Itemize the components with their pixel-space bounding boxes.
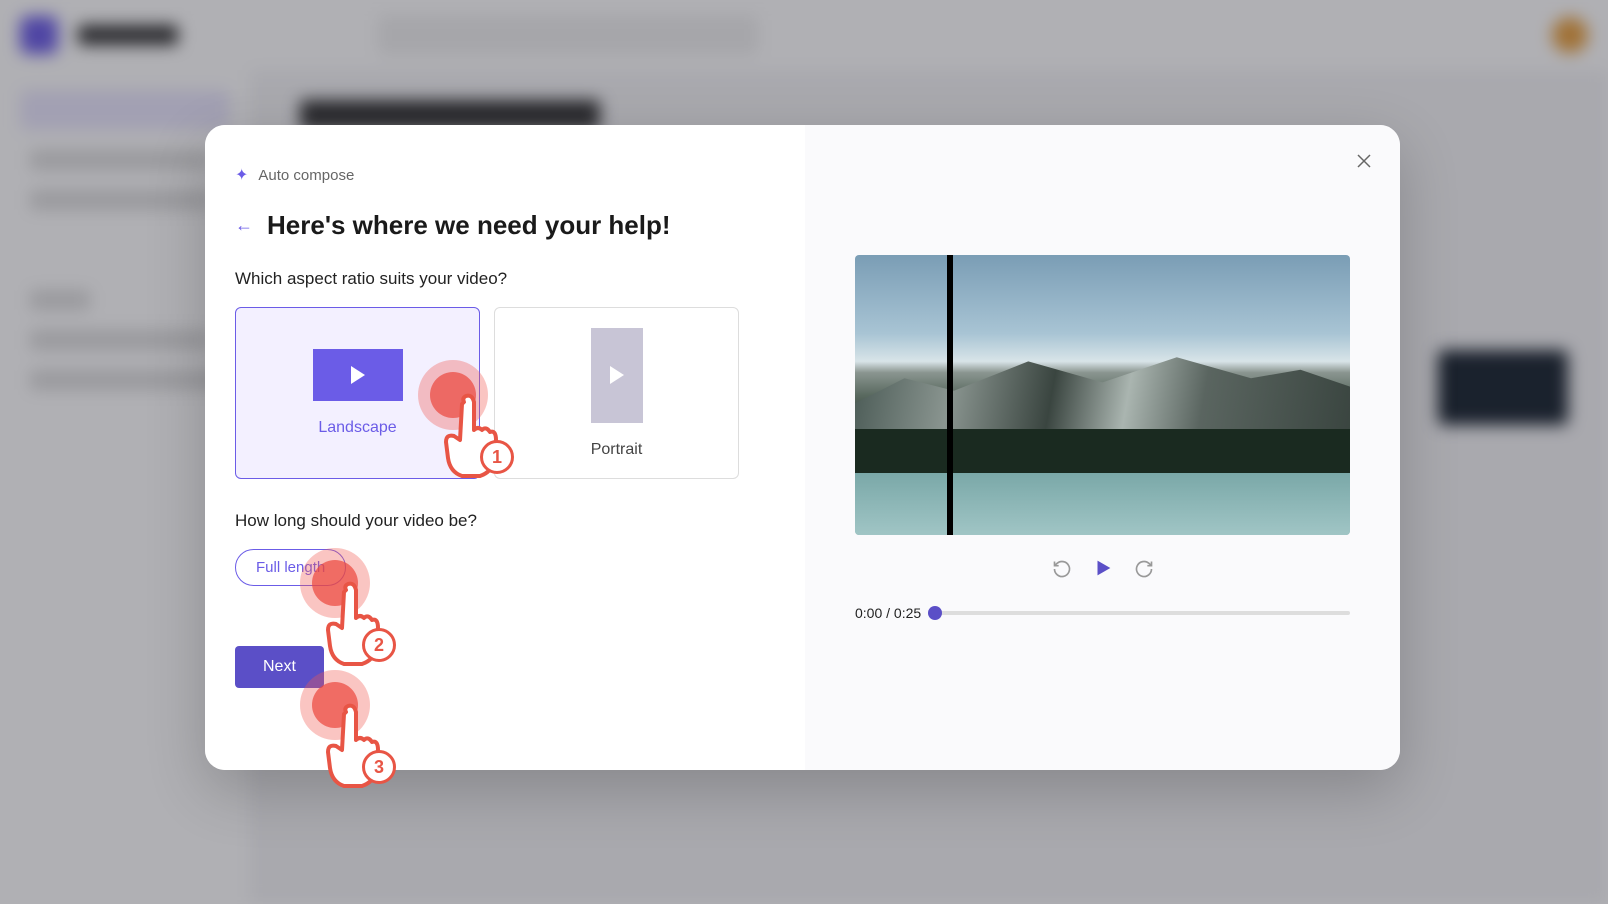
rewind-icon[interactable] — [1052, 559, 1072, 584]
landscape-label: Landscape — [318, 419, 396, 437]
auto-compose-modal: ✦ Auto compose ← Here's where we need yo… — [205, 125, 1400, 770]
next-button[interactable]: Next — [235, 646, 324, 688]
forward-icon[interactable] — [1134, 559, 1154, 584]
feature-label: Auto compose — [258, 167, 354, 184]
portrait-thumb-icon — [591, 328, 643, 423]
landscape-thumb-icon — [313, 349, 403, 401]
aspect-ratio-question: Which aspect ratio suits your video? — [235, 269, 775, 289]
portrait-label: Portrait — [591, 441, 643, 459]
close-icon — [1357, 154, 1371, 168]
video-preview — [855, 255, 1350, 535]
aspect-option-landscape[interactable]: Landscape — [235, 307, 480, 479]
duration-option-full-length[interactable]: Full length — [235, 549, 346, 586]
duration-question: How long should your video be? — [235, 511, 775, 531]
seek-bar[interactable] — [935, 611, 1350, 615]
back-arrow-icon[interactable]: ← — [235, 215, 253, 236]
aspect-option-portrait[interactable]: Portrait — [494, 307, 739, 479]
close-button[interactable] — [1348, 145, 1380, 177]
seek-handle[interactable] — [928, 606, 942, 620]
time-display: 0:00 / 0:25 — [855, 605, 921, 621]
play-button[interactable] — [1092, 557, 1114, 585]
sparkle-icon: ✦ — [235, 165, 248, 185]
modal-heading: Here's where we need your help! — [267, 210, 671, 241]
